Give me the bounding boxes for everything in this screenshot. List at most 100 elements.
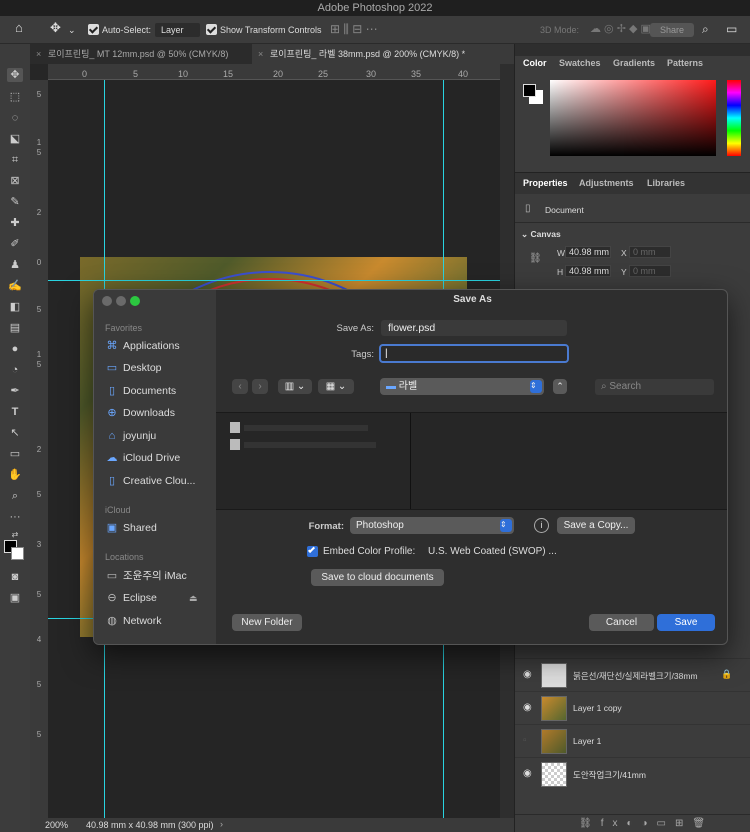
eyedropper-tool-icon[interactable]: ✎	[7, 195, 23, 209]
sidebar-item-imac[interactable]: ▭ 조윤주의 iMac	[105, 568, 213, 584]
dodge-tool-icon[interactable]: ◔	[7, 363, 23, 377]
auto-select-checkbox[interactable]	[88, 24, 99, 35]
save-copy-button[interactable]: Save a Copy...	[557, 517, 635, 534]
tab-swatches[interactable]: Swatches	[559, 58, 601, 68]
height-field[interactable]: 40.98 mm	[565, 265, 611, 277]
move-tool-icon[interactable]: ✥	[50, 21, 61, 35]
width-field[interactable]: 40.98 mm	[565, 246, 611, 258]
y-field[interactable]: 0 mm	[629, 265, 671, 277]
object-select-tool-icon[interactable]: ⬕	[7, 132, 23, 146]
lasso-tool-icon[interactable]: ◌	[7, 111, 23, 125]
search-field[interactable]: ⌕ Search	[595, 379, 714, 395]
eye-hidden-icon[interactable]: ▫	[523, 735, 527, 746]
close-icon[interactable]: ×	[36, 44, 41, 64]
marquee-tool-icon[interactable]: ⬚	[7, 90, 23, 104]
sidebar-item-eclipse[interactable]: ⊖ Eclipse ⏏	[105, 590, 213, 606]
tab-patterns[interactable]: Patterns	[667, 58, 703, 68]
zoom-tool-icon[interactable]: ⌕	[7, 489, 23, 503]
canvas-section-title[interactable]: ⌄ Canvas	[521, 229, 561, 240]
forward-button[interactable]: ›	[252, 379, 268, 394]
transform-controls-checkbox[interactable]	[206, 24, 217, 35]
background-color-swatch[interactable]	[11, 547, 24, 560]
save-to-cloud-button[interactable]: Save to cloud documents	[311, 569, 444, 586]
minimize-window-button[interactable]	[116, 296, 126, 306]
path-select-icon[interactable]: ↖	[7, 426, 23, 440]
shape-tool-icon[interactable]: ▭	[7, 447, 23, 461]
share-button[interactable]: Share	[650, 23, 695, 37]
zoom-level[interactable]: 200%	[45, 820, 68, 830]
close-window-button[interactable]	[102, 296, 112, 306]
workspace-icon[interactable]: ▭	[726, 22, 737, 36]
auto-select-dropdown[interactable]: Layer	[155, 23, 200, 37]
brush-tool-icon[interactable]: ✐	[7, 237, 23, 251]
new-folder-button[interactable]: New Folder	[232, 614, 302, 631]
sidebar-item-downloads[interactable]: ⊕ Downloads	[105, 405, 213, 421]
hue-slider[interactable]	[727, 80, 741, 156]
close-icon[interactable]: ×	[258, 44, 263, 64]
layer-row[interactable]: ◉ 붉은선/재단선/실제라벨크기/38mm 🔒	[515, 658, 750, 691]
blur-tool-icon[interactable]: ●	[7, 342, 23, 356]
sidebar-item-network[interactable]: ◍ Network	[105, 613, 213, 629]
cancel-button[interactable]: Cancel	[589, 614, 654, 631]
stamp-tool-icon[interactable]: ♟	[7, 258, 23, 272]
tab-color[interactable]: Color	[523, 58, 547, 68]
tab-document-1[interactable]: × 로이프린팅_ MT 12mm.psd @ 50% (CMYK/8)	[30, 44, 252, 64]
sidebar-item-shared[interactable]: ▣ Shared	[105, 520, 213, 536]
tab-properties[interactable]: Properties	[523, 178, 568, 188]
save-button[interactable]: Save	[657, 614, 715, 631]
tab-document-2[interactable]: × 로이프린팅_ 라벨 38mm.psd @ 200% (CMYK/8) *	[252, 44, 514, 64]
file-item[interactable]	[244, 425, 368, 431]
view-mode-button[interactable]: ▥ ⌄	[278, 379, 312, 394]
layer-row[interactable]: ▫ Layer 1	[515, 724, 750, 757]
folder-dropdown[interactable]: ▬ 라벨 ⇕	[380, 378, 544, 395]
group-button[interactable]: ▦ ⌄	[318, 379, 354, 394]
align-icons[interactable]: ⊞ ⫼ ⊟ ⋯	[330, 22, 378, 36]
chevron-down-icon[interactable]: ⌄	[68, 23, 76, 37]
info-icon[interactable]: i	[534, 518, 549, 533]
file-item[interactable]	[244, 442, 376, 448]
eye-icon[interactable]: ◉	[523, 702, 532, 713]
home-icon[interactable]: ⌂	[15, 21, 23, 35]
link-icon[interactable]: ⛓	[529, 253, 542, 264]
layers-footer-icons[interactable]: ⛓fx◐◑▭⊞🗑	[515, 814, 750, 832]
foreground-color-swatch[interactable]	[523, 84, 536, 97]
tab-adjustments[interactable]: Adjustments	[579, 178, 634, 188]
embed-profile-checkbox[interactable]	[307, 545, 318, 557]
sidebar-item-creative-cloud[interactable]: ▯ Creative Clou...	[105, 473, 213, 489]
sidebar-item-applications[interactable]: ⌘ Applications	[105, 338, 213, 354]
quick-mask-icon[interactable]: ◙	[7, 570, 23, 584]
tags-field[interactable]: |	[379, 344, 569, 363]
layer-row[interactable]: ◉ 도안작업크기/41mm	[515, 757, 750, 790]
chevron-right-icon[interactable]: ›	[220, 819, 223, 829]
crop-tool-icon[interactable]: ⌗	[7, 153, 23, 167]
gradient-tool-icon[interactable]: ▤	[7, 321, 23, 335]
x-field[interactable]: 0 mm	[629, 246, 671, 258]
filename-field[interactable]: flower.psd	[381, 320, 567, 336]
screen-mode-icon[interactable]: ▣	[7, 591, 23, 605]
zoom-window-button[interactable]	[130, 296, 140, 306]
healing-tool-icon[interactable]: ✚	[7, 216, 23, 230]
type-tool-icon[interactable]: T	[7, 405, 23, 419]
history-brush-icon[interactable]: ✍	[7, 279, 23, 293]
format-dropdown[interactable]: Photoshop ⇕	[350, 517, 514, 534]
tab-libraries[interactable]: Libraries	[647, 178, 685, 188]
color-picker-field[interactable]	[550, 80, 716, 156]
more-tools-icon[interactable]: ···	[7, 510, 23, 524]
sidebar-item-desktop[interactable]: ▭ Desktop	[105, 360, 213, 376]
eject-icon[interactable]: ⏏	[189, 590, 198, 606]
frame-tool-icon[interactable]: ⊠	[7, 174, 23, 188]
file-browser[interactable]	[216, 412, 727, 510]
3d-mode-icons[interactable]: ☁ ◎ ✢ ◆ ▣	[590, 22, 651, 36]
eraser-tool-icon[interactable]: ◧	[7, 300, 23, 314]
collapse-button[interactable]: ⌃	[553, 379, 567, 394]
tab-gradients[interactable]: Gradients	[613, 58, 655, 68]
sidebar-item-documents[interactable]: ▯ Documents	[105, 383, 213, 399]
eye-icon[interactable]: ◉	[523, 669, 532, 680]
move-tool-icon[interactable]: ✥	[7, 68, 23, 82]
sidebar-item-home[interactable]: ⌂ joyunju	[105, 428, 213, 444]
layer-row[interactable]: ◉ Layer 1 copy	[515, 691, 750, 724]
hand-tool-icon[interactable]: ✋	[7, 468, 23, 482]
pen-tool-icon[interactable]: ✒	[7, 384, 23, 398]
search-icon[interactable]: ⌕	[702, 22, 709, 36]
sidebar-item-icloud-drive[interactable]: ☁ iCloud Drive	[105, 450, 213, 466]
